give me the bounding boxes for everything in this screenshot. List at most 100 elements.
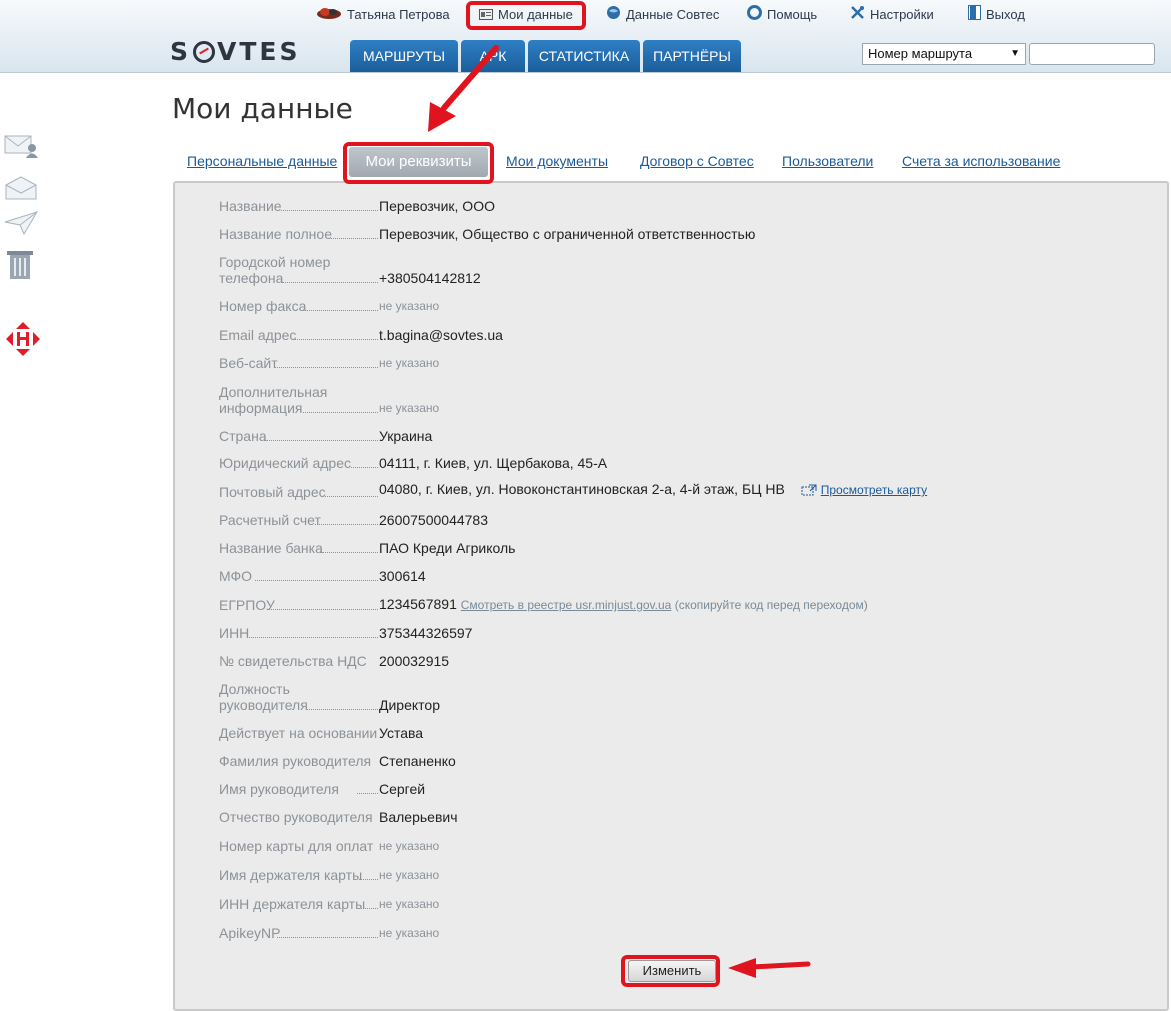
field-row-head-position: Должность руководителя Директор bbox=[219, 681, 1159, 713]
field-row-extra-info: Дополнительная информация не указано bbox=[219, 384, 1159, 416]
user-avatar-icon bbox=[316, 1, 342, 31]
field-label: Расчетный счет bbox=[219, 512, 379, 528]
registry-note: (скопируйте код перед переходом) bbox=[674, 598, 868, 612]
field-value: Степаненко bbox=[379, 753, 456, 769]
tab-my-requisites[interactable]: Мои реквизиты bbox=[349, 147, 488, 177]
my-data-label: Мои данные bbox=[498, 7, 573, 22]
field-label: Название полное bbox=[219, 226, 379, 242]
user-name: Татьяна Петрова bbox=[347, 7, 450, 22]
field-row-website: Веб-сайт не указано bbox=[219, 355, 1159, 371]
door-icon bbox=[968, 1, 981, 31]
field-label: Название bbox=[219, 198, 379, 214]
page-title: Мои данные bbox=[172, 92, 353, 125]
nova-poshta-icon[interactable] bbox=[5, 321, 41, 362]
field-label: Юридический адрес bbox=[219, 455, 379, 471]
field-value: 04111, г. Киев, ул. Щербакова, 45-А bbox=[379, 455, 608, 471]
registry-link[interactable]: Смотреть в реестре usr.minjust.gov.ua bbox=[461, 598, 672, 612]
field-row-legal-address: Юридический адрес 04111, г. Киев, ул. Ще… bbox=[219, 455, 1159, 471]
field-label: № свидетельства НДС bbox=[219, 653, 368, 669]
field-value: 26007500044783 bbox=[379, 512, 489, 528]
external-map-icon bbox=[801, 484, 817, 500]
postal-address-value: 04080, г. Киев, ул. Новоконстантиновская… bbox=[379, 481, 785, 497]
nav-tab-partners[interactable]: ПАРТНЁРЫ bbox=[643, 40, 741, 72]
field-label: Имя держателя карты bbox=[219, 867, 379, 883]
field-value: Украина bbox=[379, 428, 433, 444]
field-value: Сергей bbox=[379, 781, 426, 797]
logout-link[interactable]: Выход bbox=[968, 0, 1025, 31]
top-utility-bar: Татьяна Петрова Мои данные Данные Совтес… bbox=[0, 0, 1171, 32]
field-row-egrpou: ЕГРПОУ 1234567891 Смотреть в реестре usr… bbox=[219, 596, 1159, 613]
field-value: не указано bbox=[379, 401, 440, 415]
nav-tab-statistics[interactable]: СТАТИСТИКА bbox=[528, 40, 640, 72]
field-row-inn: ИНН 375344326597 bbox=[219, 625, 1159, 641]
field-value: 200032915 bbox=[379, 653, 450, 669]
tab-users[interactable]: Пользователи bbox=[782, 153, 873, 169]
field-label: Отчество руководителя bbox=[219, 809, 374, 825]
sovtes-data-link[interactable]: Данные Совтес bbox=[606, 0, 719, 31]
field-label: ApikeyNP bbox=[219, 925, 379, 941]
trash-icon[interactable] bbox=[4, 249, 38, 286]
field-row-fax: Номер факса не указано bbox=[219, 298, 1159, 314]
paper-plane-icon[interactable] bbox=[4, 210, 39, 241]
field-value: Перевозчик, ООО bbox=[379, 198, 495, 214]
field-label: Веб-сайт bbox=[219, 355, 379, 371]
settings-label: Настройки bbox=[870, 7, 934, 22]
help-label: Помощь bbox=[767, 7, 818, 22]
field-row-country: Страна Украина bbox=[219, 428, 1159, 444]
envelope-open-icon[interactable] bbox=[4, 175, 38, 206]
route-select-value: Номер маршрута bbox=[868, 46, 973, 61]
field-row-city-phone: Городской номер телефона +380504142812 bbox=[219, 254, 1159, 286]
field-row-mfo: МФО 300614 bbox=[219, 568, 1159, 584]
nav-tab-routes[interactable]: МАРШРУТЫ bbox=[350, 40, 458, 72]
tab-my-documents[interactable]: Мои документы bbox=[506, 153, 608, 169]
route-search-input[interactable] bbox=[1029, 43, 1155, 65]
field-row-card-holder-inn: ИНН держателя карты не указано bbox=[219, 896, 1159, 912]
field-value: не указано bbox=[379, 356, 440, 370]
tab-personal-data[interactable]: Персональные данные bbox=[187, 153, 337, 169]
arrow-to-tab-head bbox=[428, 102, 456, 132]
field-value: 04080, г. Киев, ул. Новоконстантиновская… bbox=[379, 481, 927, 500]
user-menu[interactable]: Татьяна Петрова bbox=[316, 0, 450, 31]
field-value: 1234567891 Смотреть в реестре usr.minjus… bbox=[379, 596, 868, 613]
field-label: ЕГРПОУ bbox=[219, 597, 379, 613]
logout-label: Выход bbox=[986, 7, 1025, 22]
field-label: ИНН держателя карты bbox=[219, 896, 379, 912]
my-data-link[interactable]: Мои данные bbox=[479, 0, 573, 31]
sovtes-logo[interactable]: S VTES bbox=[170, 39, 301, 65]
field-row-head-last-name: Фамилия руководителя Степаненко bbox=[219, 753, 1159, 769]
field-label: Действует на основании bbox=[219, 725, 379, 741]
logo-text-start: S bbox=[170, 37, 192, 66]
field-value: не указано bbox=[379, 897, 440, 911]
route-number-select[interactable]: Номер маршрута ▼ bbox=[862, 43, 1026, 65]
map-link[interactable]: Просмотреть карту bbox=[801, 483, 927, 497]
field-value: Перевозчик, Общество с ограниченной отве… bbox=[379, 226, 756, 242]
field-label: ИНН bbox=[219, 625, 379, 641]
field-label: Номер карты для оплат bbox=[219, 838, 375, 854]
tab-contract[interactable]: Договор с Совтес bbox=[640, 153, 754, 169]
field-label: Почтовый адрес bbox=[219, 484, 379, 500]
tools-icon bbox=[850, 1, 865, 31]
field-row-card-holder: Имя держателя карты не указано bbox=[219, 867, 1159, 883]
registry-info: Смотреть в реестре usr.minjust.gov.ua (с… bbox=[461, 598, 868, 612]
settings-link[interactable]: Настройки bbox=[850, 0, 934, 31]
field-label: Email адрес bbox=[219, 327, 379, 343]
field-row-postal-address: Почтовый адрес 04080, г. Киев, ул. Новок… bbox=[219, 481, 1159, 500]
nav-tab-park[interactable]: АРК bbox=[461, 40, 525, 72]
field-label: Должность руководителя bbox=[219, 681, 379, 713]
field-label: Фамилия руководителя bbox=[219, 753, 373, 769]
field-value: Устава bbox=[379, 725, 424, 741]
field-row-account: Расчетный счет 26007500044783 bbox=[219, 512, 1159, 528]
field-label: МФО bbox=[219, 568, 379, 584]
field-value: 300614 bbox=[379, 568, 426, 584]
field-value: t.bagina@sovtes.ua bbox=[379, 327, 503, 343]
field-label: Номер факса bbox=[219, 298, 379, 314]
id-card-icon bbox=[479, 1, 493, 31]
edit-button[interactable]: Изменить bbox=[628, 960, 716, 982]
logo-text-end: VTES bbox=[217, 37, 301, 66]
field-label: Название банка bbox=[219, 540, 379, 556]
tab-invoices[interactable]: Счета за использование bbox=[902, 153, 1060, 169]
field-label: Имя руководителя bbox=[219, 781, 379, 797]
help-link[interactable]: Помощь bbox=[747, 0, 817, 31]
field-row-apikey: ApikeyNP не указано bbox=[219, 925, 1159, 941]
envelope-user-icon[interactable] bbox=[4, 133, 38, 164]
